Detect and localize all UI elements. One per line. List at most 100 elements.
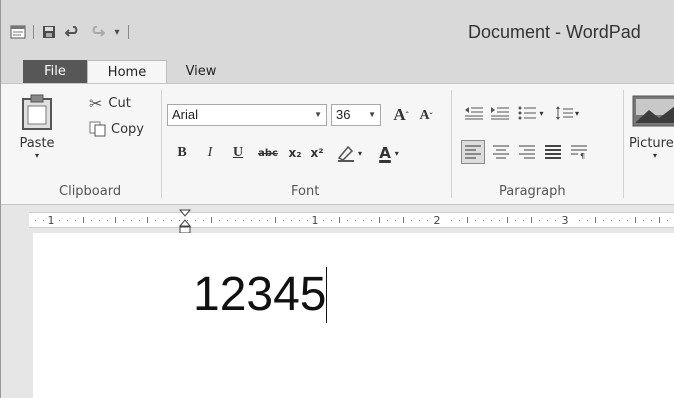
italic-button[interactable]: I: [201, 142, 219, 164]
ruler-tick: [531, 217, 532, 223]
shrink-font-button[interactable]: Aˇ: [415, 106, 437, 126]
ruler-tick: [123, 220, 124, 221]
ruler-tick: [387, 220, 388, 221]
ruler-tick: [667, 220, 668, 221]
wordpad-app-icon[interactable]: [9, 23, 27, 41]
ruler-tick: [459, 220, 460, 221]
underline-button[interactable]: U: [229, 142, 247, 164]
font-size-select[interactable]: 36 ▼: [331, 104, 381, 126]
document-content: 12345: [193, 268, 327, 321]
customize-dropdown-icon[interactable]: ▾: [112, 23, 122, 41]
group-separator: [623, 90, 624, 198]
superscript-button[interactable]: x²: [307, 142, 327, 164]
ruler-tick: [139, 220, 140, 221]
paste-label: Paste: [19, 136, 55, 151]
decrease-indent-button[interactable]: [463, 102, 485, 124]
ruler-tick: [307, 220, 308, 221]
tab-file[interactable]: File: [23, 60, 87, 83]
tab-home[interactable]: Home: [87, 60, 167, 83]
qat-separator: [128, 25, 129, 39]
ruler-tick: [555, 220, 556, 221]
ruler-tick: [323, 220, 324, 221]
redo-icon[interactable]: [88, 23, 106, 41]
ruler-tick: [91, 220, 92, 221]
ruler-tick: [643, 220, 644, 221]
svg-text:¶: ¶: [580, 152, 585, 159]
align-left-button[interactable]: [461, 140, 485, 164]
cut-button[interactable]: ✂ Cut: [89, 92, 131, 114]
align-left-icon: [465, 145, 481, 159]
ruler-tick: [147, 217, 148, 223]
highlight-button[interactable]: ▾: [331, 142, 367, 164]
increase-indent-button[interactable]: [489, 102, 511, 124]
qat-separator: [33, 25, 34, 39]
align-center-button[interactable]: [489, 140, 513, 164]
ruler-tick: [115, 217, 116, 223]
copy-button[interactable]: Copy: [89, 118, 144, 140]
document-page[interactable]: 12345: [33, 233, 674, 398]
chevron-down-icon: ▾: [539, 108, 544, 118]
ruler-number: 2: [433, 214, 441, 227]
wordpad-window: ▾ Document - WordPad File Home View Past…: [0, 0, 674, 398]
ruler-tick: [275, 217, 276, 223]
scissors-icon: ✂: [89, 93, 103, 113]
paste-dropdown-icon: ▾: [34, 151, 39, 160]
indent-marker-icon[interactable]: [179, 209, 191, 235]
ruler-tick: [179, 220, 180, 221]
ruler-tick: [267, 220, 268, 221]
ruler-tick: [499, 220, 500, 221]
align-center-icon: [493, 145, 509, 159]
paste-button[interactable]: Paste ▾: [15, 94, 59, 174]
ruler-tick: [339, 217, 340, 223]
strikethrough-button[interactable]: abc: [255, 142, 281, 164]
highlighter-icon: [337, 145, 354, 162]
ruler-tick: [467, 217, 468, 223]
ruler-tick: [587, 220, 588, 221]
ruler-tick: [579, 220, 580, 221]
bullets-button[interactable]: ▾: [515, 102, 547, 124]
text-cursor: [326, 267, 328, 323]
chevron-down-icon: ▾: [394, 148, 399, 158]
ruler-tick: [83, 217, 84, 223]
ruler-tick: [411, 220, 412, 221]
ruler-tick: [211, 217, 212, 223]
clipboard-group-label: Clipboard: [59, 184, 122, 199]
picture-button[interactable]: Picture ▾: [629, 94, 674, 174]
chevron-down-icon: ▾: [653, 151, 658, 160]
quick-access-toolbar: ▾: [9, 22, 129, 42]
ruler-tick: [35, 220, 36, 221]
document-text[interactable]: 12345: [193, 267, 328, 323]
grow-font-button[interactable]: Aˆ: [389, 104, 413, 126]
picture-label: Picture: [629, 136, 674, 151]
ruler-tick: [483, 220, 484, 221]
bullet-list-icon: [518, 106, 537, 120]
paragraph-icon: ¶: [571, 145, 587, 159]
ruler-number: 3: [561, 214, 569, 227]
justify-icon: [545, 145, 561, 159]
align-right-button[interactable]: [515, 140, 539, 164]
font-color-button[interactable]: A ▾: [371, 142, 407, 164]
save-icon[interactable]: [40, 23, 58, 41]
justify-button[interactable]: [541, 140, 565, 164]
line-spacing-button[interactable]: ▾: [551, 102, 583, 124]
shrink-font-icon: ˇ: [429, 111, 433, 121]
ruler-tick: [171, 220, 172, 221]
paragraph-group-label: Paragraph: [499, 184, 566, 199]
font-family-select[interactable]: Arial ▼: [167, 104, 327, 126]
tab-view[interactable]: View: [171, 60, 231, 83]
bold-button[interactable]: B: [173, 142, 191, 164]
decrease-indent-icon: [465, 107, 483, 120]
ruler-tick: [371, 220, 372, 221]
window-title: Document - WordPad: [468, 22, 641, 42]
copy-label: Copy: [111, 121, 144, 137]
subscript-button[interactable]: x₂: [285, 142, 305, 164]
undo-icon[interactable]: [64, 23, 82, 41]
ruler-tick: [539, 220, 540, 221]
ruler-tick: [299, 220, 300, 221]
ruler-tick: [99, 220, 100, 221]
chevron-down-icon: ▼: [314, 110, 322, 119]
ruler[interactable]: 1 1 2 3: [29, 209, 674, 234]
ruler-tick: [155, 220, 156, 221]
paragraph-dialog-button[interactable]: ¶: [567, 140, 591, 164]
ruler-tick: [235, 220, 236, 221]
